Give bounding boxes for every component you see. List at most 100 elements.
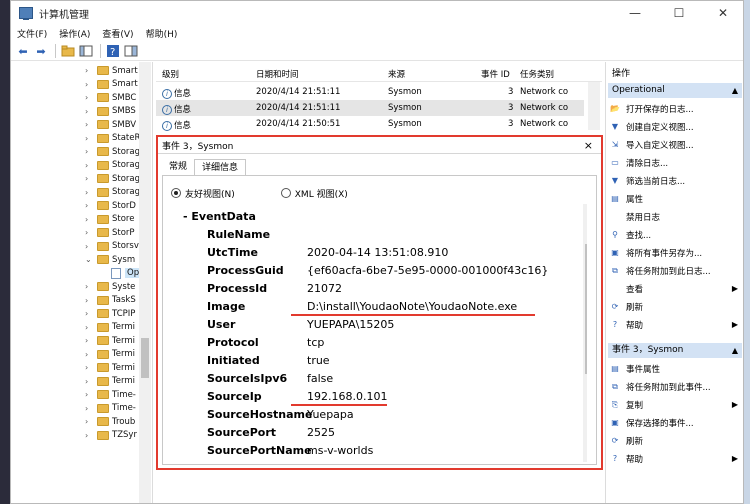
scroll-down-icon[interactable]: ⌄ (583, 436, 587, 446)
chevron-right-icon[interactable]: › (85, 336, 88, 345)
show-hide-tree-icon[interactable] (78, 44, 94, 59)
tab-general[interactable]: 常规 (162, 159, 194, 175)
action-item[interactable]: 📂 打开保存的日志... (610, 100, 742, 117)
back-arrow-icon[interactable]: ⬅ (15, 44, 31, 59)
tree-item[interactable]: ⌄ Sysm (11, 253, 152, 267)
action-item[interactable]: ⟳ 刷新 (610, 298, 742, 315)
chevron-right-icon[interactable]: › (85, 147, 88, 156)
menu-action[interactable]: 操作(A) (53, 27, 96, 40)
col-datetime[interactable]: 日期和时间 (256, 68, 299, 80)
event-row[interactable]: i 信息 2020/4/14 21:50:51 Sysmon 3 Network co (156, 116, 584, 132)
chevron-right-icon[interactable]: › (85, 282, 88, 291)
action-item[interactable]: ⟳ 刷新 (610, 432, 742, 449)
properties-close-button[interactable]: × (584, 139, 593, 152)
action-item[interactable]: 查看 ▶ (610, 280, 742, 297)
chevron-right-icon[interactable]: › (85, 417, 88, 426)
chevron-right-icon[interactable]: › (85, 404, 88, 413)
tree-item[interactable]: Op (11, 267, 152, 281)
menu-view[interactable]: 查看(V) (96, 27, 139, 40)
tree-item[interactable]: › Storag (11, 145, 152, 159)
friendly-view-label[interactable]: 友好视图(N) (185, 187, 235, 200)
chevron-right-icon[interactable]: › (85, 215, 88, 224)
scroll-up-icon[interactable]: ⌃ (583, 210, 587, 220)
chevron-right-icon[interactable]: › (85, 242, 88, 251)
tree-item[interactable]: › Smart (11, 64, 152, 78)
tree-item[interactable]: › StorP (11, 226, 152, 240)
action-item[interactable]: ▼ 筛选当前日志... (610, 172, 742, 189)
collapse-icon[interactable]: ▲ (732, 83, 738, 98)
tab-details[interactable]: 详细信息 (194, 159, 247, 175)
action-item[interactable]: ▭ 清除日志... (610, 154, 742, 171)
col-event-id[interactable]: 事件 ID (481, 68, 510, 80)
chevron-right-icon[interactable]: › (85, 120, 88, 129)
event-list-scrollbar[interactable] (588, 82, 600, 130)
chevron-right-icon[interactable]: › (85, 107, 88, 116)
action-item[interactable]: ⎘ 复制 ▶ (610, 396, 742, 413)
friendly-view-radio[interactable] (171, 188, 181, 198)
col-category[interactable]: 任务类别 (520, 68, 554, 80)
tree-item[interactable]: › SMBC (11, 91, 152, 105)
action-item[interactable]: ▤ 事件属性 (610, 360, 742, 377)
tree-item[interactable]: › Time- (11, 388, 152, 402)
chevron-right-icon[interactable]: › (85, 390, 88, 399)
action-item[interactable]: ▼ 创建自定义视图... (610, 118, 742, 135)
event-row[interactable]: i 信息 2020/4/14 21:51:11 Sysmon 3 Network co (156, 84, 584, 100)
chevron-right-icon[interactable]: › (85, 134, 88, 143)
tree-item[interactable]: › Time- (11, 402, 152, 416)
help-icon[interactable]: ? (105, 44, 121, 59)
tree-item[interactable]: › TCPIP (11, 307, 152, 321)
maximize-button[interactable]: ☐ (657, 1, 701, 25)
actions-group-operational[interactable]: Operational ▲ (608, 83, 742, 98)
chevron-right-icon[interactable]: › (85, 80, 88, 89)
action-item[interactable]: 禁用日志 (610, 208, 742, 225)
tree-item[interactable]: › SMBS (11, 105, 152, 119)
tree-item[interactable]: › Smart (11, 78, 152, 92)
action-item[interactable]: ▤ 属性 (610, 190, 742, 207)
chevron-right-icon[interactable]: › (85, 431, 88, 440)
chevron-right-icon[interactable]: › (85, 66, 88, 75)
xml-view-radio[interactable] (280, 188, 291, 198)
action-item[interactable]: ⇲ 导入自定义视图... (610, 136, 742, 153)
tree-item[interactable]: › TZSyr (11, 429, 152, 443)
minimize-button[interactable]: — (613, 1, 657, 25)
tree-item[interactable]: › Storag (11, 186, 152, 200)
tree-item[interactable]: › Storag (11, 159, 152, 173)
tree-item[interactable]: › Termi (11, 321, 152, 335)
action-item[interactable]: ▣ 将所有事件另存为... (610, 244, 742, 261)
eventdata-section-header[interactable]: - EventData (183, 210, 256, 223)
chevron-right-icon[interactable]: › (85, 161, 88, 170)
tree-item[interactable]: › SMBV (11, 118, 152, 132)
xml-view-label[interactable]: XML 视图(X) (295, 187, 348, 200)
chevron-right-icon[interactable]: › (85, 93, 88, 102)
forward-arrow-icon[interactable]: ➡ (33, 44, 49, 59)
title-bar[interactable]: 计算机管理 — ☐ ✕ (11, 1, 743, 25)
scroll-thumb[interactable] (141, 338, 149, 378)
tree-item[interactable]: › Termi (11, 348, 152, 362)
tree-item[interactable]: › Termi (11, 375, 152, 389)
action-item[interactable]: ⚲ 查找... (610, 226, 742, 243)
event-data-scrollbar[interactable]: ⌃ ⌄ (583, 204, 587, 462)
chevron-right-icon[interactable]: › (85, 201, 88, 210)
tree-item[interactable]: › TaskS (11, 294, 152, 308)
event-row[interactable]: i 信息 2020/4/14 21:51:11 Sysmon 3 Network co (156, 100, 584, 116)
tree-item[interactable]: › Syste (11, 280, 152, 294)
tree-scrollbar[interactable] (139, 62, 151, 503)
chevron-right-icon[interactable]: › (85, 296, 88, 305)
chevron-right-icon[interactable]: › (85, 323, 88, 332)
up-folder-icon[interactable] (60, 44, 76, 59)
tree-item[interactable]: › Troub (11, 415, 152, 429)
action-item[interactable]: ⧉ 将任务附加到此日志... (610, 262, 742, 279)
chevron-right-icon[interactable]: › (85, 309, 88, 318)
col-level[interactable]: 级别 (162, 68, 179, 80)
tree-item[interactable]: › StateR (11, 132, 152, 146)
tree-item[interactable]: › Storsv (11, 240, 152, 254)
chevron-right-icon[interactable]: › (85, 228, 88, 237)
tree-item[interactable]: › StorD (11, 199, 152, 213)
chevron-right-icon[interactable]: › (85, 377, 88, 386)
menu-help[interactable]: 帮助(H) (140, 27, 184, 40)
chevron-right-icon[interactable]: › (85, 350, 88, 359)
tree-item[interactable]: › Store (11, 213, 152, 227)
action-item[interactable]: ? 帮助 ▶ (610, 316, 742, 333)
tree-item[interactable]: › Termi (11, 361, 152, 375)
collapse-icon[interactable]: ▲ (732, 343, 738, 358)
